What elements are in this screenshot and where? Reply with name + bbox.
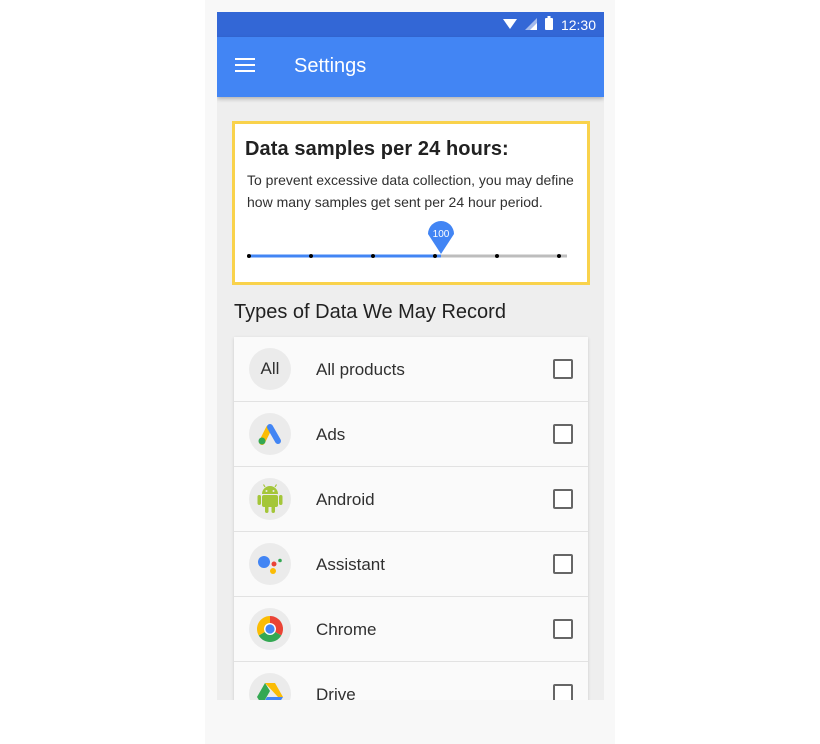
battery-icon <box>544 16 553 33</box>
data-types-list: All All products Ads Android Assistant C… <box>234 337 588 700</box>
all-text-icon: All <box>249 348 291 390</box>
hamburger-menu-icon <box>235 57 255 77</box>
list-item-ads[interactable]: Ads <box>234 402 588 467</box>
status-time: 12:30 <box>560 16 596 33</box>
menu-button[interactable] <box>227 49 263 85</box>
samples-card-description: To prevent excessive data collection, yo… <box>247 172 574 210</box>
chrome-checkbox[interactable] <box>553 619 573 639</box>
list-item-label: Assistant <box>316 555 385 574</box>
samples-slider[interactable]: 100 <box>247 216 569 266</box>
status-bar: 12:30 <box>217 12 604 37</box>
android-checkbox[interactable] <box>553 489 573 509</box>
google-assistant-icon <box>249 543 291 585</box>
assistant-checkbox[interactable] <box>553 554 573 574</box>
slider-tick <box>371 254 375 258</box>
all-products-checkbox[interactable] <box>553 359 573 379</box>
list-item-label: Drive <box>316 685 356 700</box>
list-item-all-products[interactable]: All All products <box>234 337 588 402</box>
list-item-assistant[interactable]: Assistant <box>234 532 588 597</box>
google-ads-icon <box>249 413 291 455</box>
slider-thumb[interactable]: 100 <box>428 221 454 254</box>
list-item-drive[interactable]: Drive <box>234 662 588 700</box>
drive-checkbox[interactable] <box>553 684 573 700</box>
list-item-label: Android <box>316 490 375 509</box>
data-types-heading: Types of Data We May Record <box>234 301 506 323</box>
ads-checkbox[interactable] <box>553 424 573 444</box>
chrome-icon <box>249 608 291 650</box>
page-title: Settings <box>294 55 367 77</box>
google-drive-icon <box>249 673 291 700</box>
status-icons: 12:30 <box>502 12 596 37</box>
list-item-chrome[interactable]: Chrome <box>234 597 588 662</box>
phone-screen: 12:30 Settings Data samples per 24 hours… <box>217 12 604 700</box>
samples-card-title: Data samples per 24 hours: <box>245 138 509 160</box>
slider-tick <box>247 254 251 258</box>
app-bar: Settings <box>217 37 604 97</box>
slider-tick <box>557 254 561 258</box>
android-icon <box>249 478 291 520</box>
list-item-label: All products <box>316 360 405 379</box>
wifi-icon <box>502 17 517 33</box>
slider-value-label: 100 <box>433 229 450 240</box>
signal-icon <box>524 17 537 33</box>
all-icon-text: All <box>260 359 280 378</box>
list-item-label: Ads <box>316 425 346 444</box>
list-item-android[interactable]: Android <box>234 467 588 532</box>
slider-tick <box>309 254 313 258</box>
slider-tick <box>433 254 437 258</box>
samples-slider-graphic[interactable]: 100 <box>247 216 569 266</box>
list-item-label: Chrome <box>316 620 377 639</box>
slider-tick <box>495 254 499 258</box>
samples-card: Data samples per 24 hours: To prevent ex… <box>232 121 590 285</box>
